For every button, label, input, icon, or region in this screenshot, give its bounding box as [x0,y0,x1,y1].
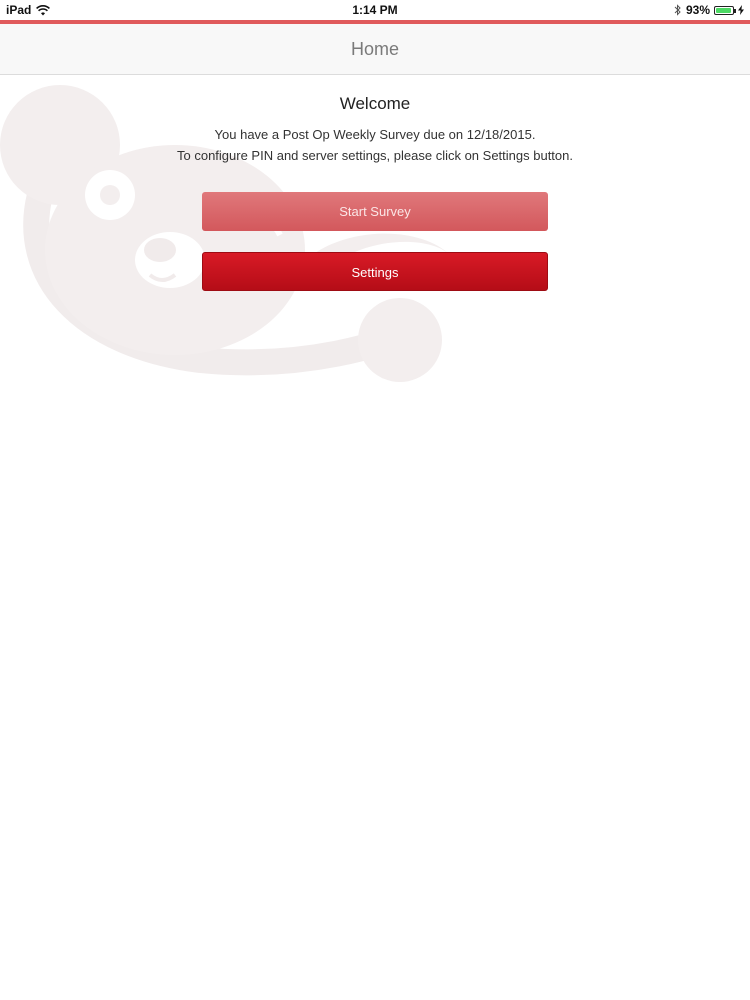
settings-button[interactable]: Settings [202,252,548,291]
battery-fill [716,7,731,13]
page-title: Home [350,39,399,59]
nav-bar: Home [0,24,750,75]
welcome-heading: Welcome [339,94,411,113]
start-survey-button[interactable]: Start Survey [202,192,548,231]
status-time: 1:14 PM [352,3,398,17]
battery-cap [734,8,736,13]
message-line-2: To configure PIN and server settings, pl… [177,148,573,163]
battery-icon [714,5,736,15]
survey-message: You have a Post Op Weekly Survey due on … [0,124,750,166]
status-right: 93% [674,3,744,17]
battery-percent: 93% [685,3,710,17]
message-line-1: You have a Post Op Weekly Survey due on … [214,127,536,142]
status-bar: iPad 1:14 PM 93% [0,0,750,20]
charging-bolt-icon [738,5,744,15]
bluetooth-icon [674,4,681,16]
screen: iPad 1:14 PM 93% Home Welcome You have a… [0,0,750,1000]
